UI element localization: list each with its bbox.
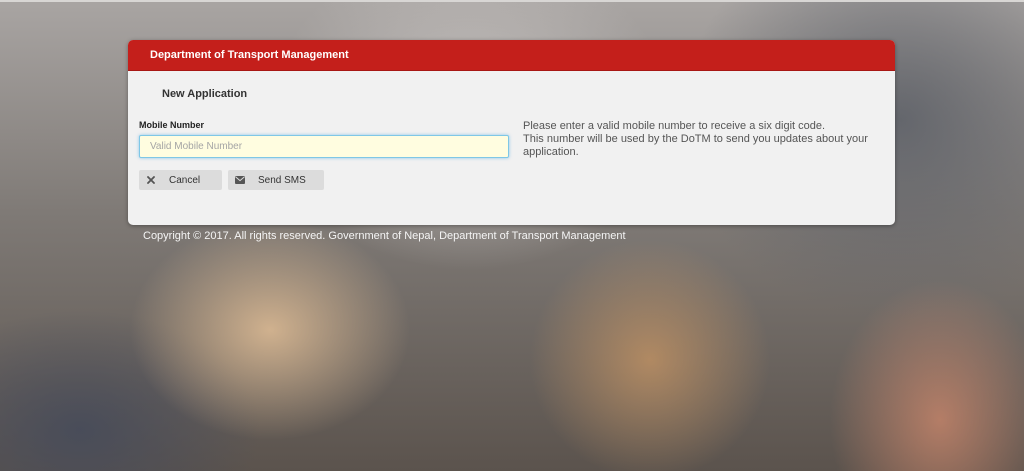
send-sms-button-label: Send SMS (258, 174, 306, 186)
envelope-icon (228, 170, 252, 190)
mobile-number-input[interactable] (139, 135, 509, 158)
times-icon (139, 170, 163, 190)
cancel-button[interactable]: Cancel (139, 170, 222, 190)
help-text-line-1: Please enter a valid mobile number to re… (523, 120, 826, 132)
panel-header: Department of Transport Management (128, 40, 895, 71)
send-sms-button[interactable]: Send SMS (228, 170, 324, 190)
mobile-number-label: Mobile Number (139, 120, 205, 130)
help-text-line-2: This number will be used by the DoTM to … (523, 133, 868, 158)
cancel-button-label: Cancel (169, 174, 201, 186)
section-title: New Application (162, 88, 248, 100)
panel-title: Department of Transport Management (150, 49, 349, 61)
top-border (0, 0, 1024, 2)
copyright-footer: Copyright © 2017. All rights reserved. G… (143, 230, 626, 242)
help-text: Please enter a valid mobile number to re… (523, 120, 883, 159)
application-panel: Department of Transport Management New A… (128, 40, 895, 225)
